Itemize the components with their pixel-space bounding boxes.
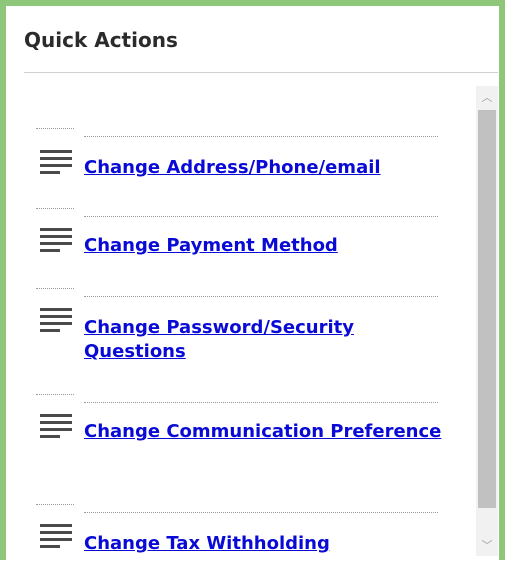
scroll-up-button[interactable]: ︿: [476, 86, 498, 108]
dotted-divider: [84, 296, 438, 297]
chevron-up-icon: ︿: [481, 91, 493, 104]
quick-actions-list: Change Address/Phone/email Change Paymen…: [24, 96, 474, 566]
vertical-scrollbar[interactable]: ︿ ﹀: [476, 86, 498, 556]
change-communication-preference-link[interactable]: Change Communication Preference: [84, 420, 454, 444]
dotted-divider: [84, 402, 438, 403]
change-tax-withholding-link[interactable]: Change Tax Withholding: [84, 532, 454, 556]
change-password-security-link[interactable]: Change Password/Security Questions: [84, 316, 454, 364]
dotted-divider: [36, 504, 74, 505]
menu-lines-icon: [40, 150, 72, 176]
dotted-divider: [84, 216, 438, 217]
scroll-down-button[interactable]: ﹀: [476, 534, 498, 556]
dotted-divider: [36, 208, 74, 209]
chevron-down-icon: ﹀: [481, 539, 493, 552]
change-address-link[interactable]: Change Address/Phone/email: [84, 156, 454, 180]
dotted-divider: [36, 394, 74, 395]
menu-lines-icon: [40, 414, 72, 440]
quick-actions-panel: Quick Actions Change Address/Phone/email: [0, 0, 505, 560]
title-divider: [24, 72, 498, 73]
menu-lines-icon: [40, 308, 72, 334]
scrollbar-thumb[interactable]: [478, 110, 496, 508]
dotted-divider: [36, 128, 74, 129]
dotted-divider: [84, 136, 438, 137]
panel-title: Quick Actions: [24, 28, 178, 52]
dotted-divider: [36, 288, 74, 289]
dotted-divider: [84, 512, 438, 513]
menu-lines-icon: [40, 524, 72, 550]
menu-lines-icon: [40, 228, 72, 254]
change-payment-method-link[interactable]: Change Payment Method: [84, 234, 454, 258]
